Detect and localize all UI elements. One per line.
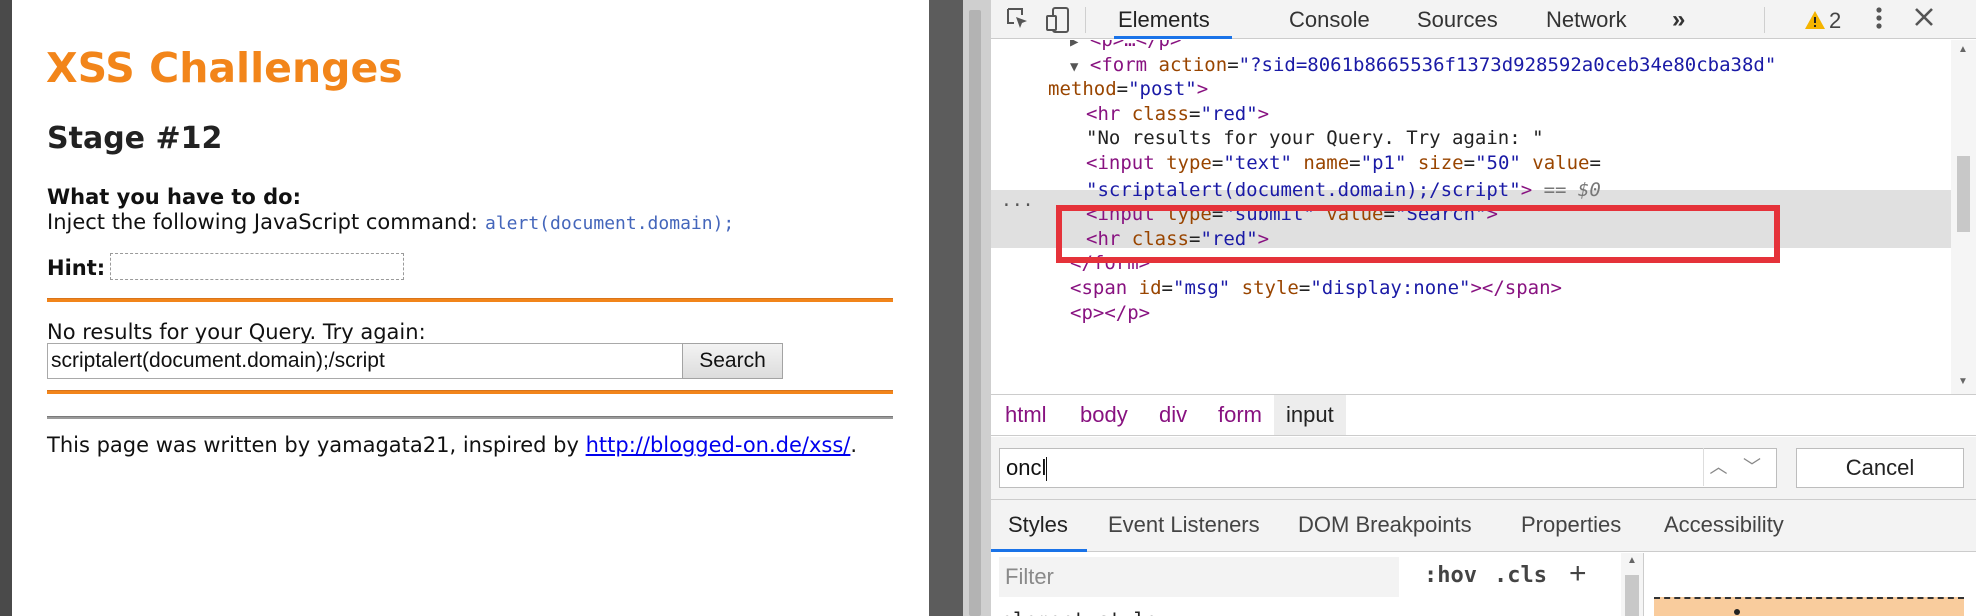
tab-elements[interactable]: Elements xyxy=(1118,6,1210,34)
node-actions-icon[interactable]: ··· xyxy=(1001,191,1034,221)
devtools-panel: Elements Console Sources Network » 2 ···… xyxy=(991,0,1976,616)
red-annotation-box xyxy=(1056,205,1780,263)
dom-search-bar: oncl ︿ ﹀ Cancel xyxy=(991,437,1976,500)
styles-filter-row: Filter :hov .cls + xyxy=(991,553,1621,603)
page-scrollbar[interactable] xyxy=(963,0,991,616)
tab-sources[interactable]: Sources xyxy=(1417,6,1498,34)
tab-dom-breakpoints[interactable]: DOM Breakpoints xyxy=(1298,510,1472,540)
styles-filter-input[interactable]: Filter xyxy=(999,557,1399,597)
dom-line-input-text[interactable]: <input type="text" name="p1" size="50" v… xyxy=(1086,148,1601,178)
hint-box[interactable] xyxy=(110,253,404,280)
gray-divider xyxy=(47,416,893,419)
todo-text: Inject the following JavaScript command: xyxy=(47,210,478,234)
breadcrumb-div[interactable]: div xyxy=(1159,395,1187,435)
split-region xyxy=(929,0,963,616)
dom-search-input[interactable]: oncl xyxy=(999,448,1777,488)
todo-code: alert(document.domain); xyxy=(485,213,735,234)
element-style-rule: element.style { xyxy=(1001,608,1161,616)
breadcrumb-body[interactable]: body xyxy=(1080,395,1128,435)
challenge-page: XSS Challenges Stage #12 What you have t… xyxy=(12,0,929,616)
orange-divider-top xyxy=(47,298,893,302)
device-toolbar-icon[interactable] xyxy=(1043,6,1073,34)
no-results-text: No results for your Query. Try again: xyxy=(47,320,426,344)
new-style-rule-icon[interactable]: + xyxy=(1569,557,1587,591)
dom-scrollbar[interactable]: ▲ ▼ xyxy=(1951,40,1976,394)
collapse-arrow-icon: ▼ xyxy=(1070,59,1079,75)
cls-toggle[interactable]: .cls xyxy=(1494,563,1547,588)
dom-line-p[interactable]: <p></p> xyxy=(1070,298,1150,328)
inspect-element-icon[interactable] xyxy=(1003,6,1033,34)
query-input[interactable] xyxy=(47,343,688,379)
todo-label: What you have to do: xyxy=(47,185,302,209)
breadcrumb-html[interactable]: html xyxy=(1005,395,1047,435)
warnings-indicator[interactable]: 2 xyxy=(1804,8,1849,34)
search-prev-icon[interactable]: ︿ xyxy=(1703,448,1733,486)
styles-scroll-up-icon[interactable]: ▲ xyxy=(1627,555,1637,566)
scroll-up-icon[interactable]: ▲ xyxy=(1958,44,1968,55)
hov-toggle[interactable]: :hov xyxy=(1424,563,1477,588)
dom-tree[interactable]: ··· ▶ <p>…</p> ▼ <form action="?sid=8061… xyxy=(991,40,1951,394)
page-scrollbar-thumb[interactable] xyxy=(969,10,981,616)
styles-scrollbar[interactable]: ▲ xyxy=(1621,553,1643,616)
warning-count: 2 xyxy=(1829,8,1842,33)
box-model-margin xyxy=(1654,597,1964,616)
breadcrumb-input[interactable]: input xyxy=(1274,395,1346,435)
styles-tabbar: Styles Event Listeners DOM Breakpoints P… xyxy=(991,500,1976,552)
styles-scrollbar-thumb[interactable] xyxy=(1625,575,1639,616)
footer: This page was written by yamagata21, ins… xyxy=(47,433,857,457)
footer-text: This page was written by yamagata21, ins… xyxy=(47,433,579,457)
close-icon[interactable] xyxy=(1909,6,1939,34)
search-next-icon[interactable]: ﹀ xyxy=(1737,448,1767,486)
page-title: XSS Challenges xyxy=(46,44,403,92)
tab-properties[interactable]: Properties xyxy=(1521,510,1621,540)
hint-label: Hint: xyxy=(47,256,106,280)
box-model-dot xyxy=(1734,609,1740,615)
toolbar-separator xyxy=(1085,7,1086,33)
breadcrumb: html body div form input xyxy=(991,394,1976,436)
footer-end: . xyxy=(850,433,858,457)
orange-divider-bottom xyxy=(47,390,893,394)
cancel-button[interactable]: Cancel xyxy=(1796,448,1964,488)
search-button[interactable]: Search xyxy=(682,343,783,379)
more-tabs-icon[interactable]: » xyxy=(1672,6,1685,34)
tab-event-listeners[interactable]: Event Listeners xyxy=(1108,510,1260,540)
dom-scrollbar-thumb[interactable] xyxy=(1957,156,1970,232)
styles-tab-underline xyxy=(991,549,1087,552)
tab-network[interactable]: Network xyxy=(1546,6,1627,34)
active-tab-underline xyxy=(1114,36,1232,39)
footer-link[interactable]: http://blogged-on.de/xss/ xyxy=(586,433,851,457)
search-nav: ︿ ﹀ xyxy=(1691,448,1777,488)
tab-console[interactable]: Console xyxy=(1289,6,1370,34)
box-model-pane xyxy=(1643,553,1976,616)
text-caret xyxy=(1046,457,1048,482)
kebab-menu-icon[interactable] xyxy=(1864,6,1894,34)
devtools-tabbar: Elements Console Sources Network » 2 xyxy=(991,0,1976,39)
warning-icon xyxy=(1804,10,1826,35)
selected-node-marker: == $0 xyxy=(1543,179,1601,201)
tab-accessibility[interactable]: Accessibility xyxy=(1664,510,1784,540)
expand-arrow-icon: ▶ xyxy=(1070,40,1079,50)
window-gutter xyxy=(0,0,12,616)
tab-styles[interactable]: Styles xyxy=(1008,510,1068,540)
stage-heading: Stage #12 xyxy=(47,121,223,156)
scroll-down-icon[interactable]: ▼ xyxy=(1958,376,1968,387)
toolbar-separator-2 xyxy=(1764,7,1765,33)
breadcrumb-form[interactable]: form xyxy=(1218,395,1262,435)
